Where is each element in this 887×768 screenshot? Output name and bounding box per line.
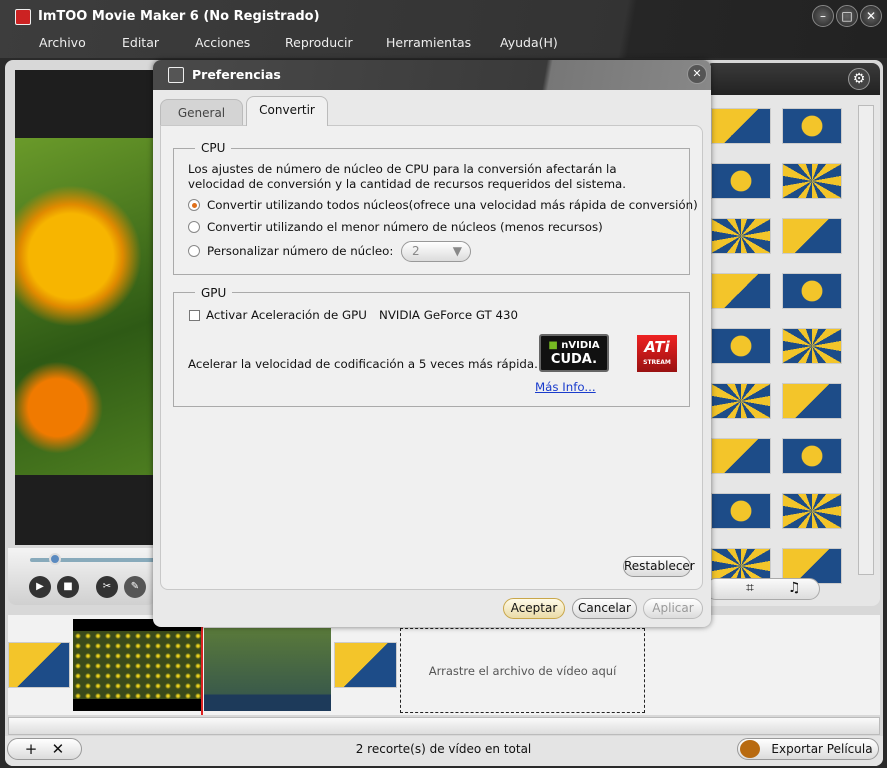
export-button[interactable]: Exportar Película (737, 738, 879, 760)
transition-thumbnail[interactable] (711, 273, 771, 309)
menu-reproducir[interactable]: Reproducir (285, 35, 353, 50)
core-count-select[interactable]: 2 ▼ (401, 241, 471, 262)
transition-thumbnail[interactable] (711, 163, 771, 199)
gpu-accel-text: Acelerar la velocidad de codificación a … (188, 357, 538, 371)
timeline-scrollbar[interactable] (8, 717, 880, 735)
transition-thumbnail[interactable] (711, 328, 771, 364)
core-count-value: 2 (412, 244, 420, 258)
panel-toolbar: ⌗ ♫ (705, 578, 820, 600)
transition-thumbnail[interactable] (782, 218, 842, 254)
menu-herramientas[interactable]: Herramientas (386, 35, 471, 50)
tab-general[interactable]: General (160, 99, 243, 126)
transition-thumbnail[interactable] (711, 218, 771, 254)
radio-custom-cores-label[interactable]: Personalizar número de núcleo: (207, 244, 393, 258)
dialog-icon (168, 67, 184, 83)
window-title: ImTOO Movie Maker 6 (No Registrado) (38, 9, 320, 24)
transitions-scrollbar[interactable] (858, 105, 874, 575)
transition-thumbnail[interactable] (782, 108, 842, 144)
ati-stream-logo: ATi STREAM (637, 335, 677, 372)
film-reel-icon (740, 740, 760, 758)
transition-thumbnail[interactable] (711, 493, 771, 529)
more-info-link[interactable]: Más Info... (535, 380, 596, 394)
video-clip[interactable] (73, 619, 201, 711)
dialog-title: Preferencias (192, 67, 281, 82)
music-icon[interactable]: ♫ (788, 580, 801, 596)
export-label: Exportar Película (771, 742, 873, 756)
ok-button[interactable]: Aceptar (503, 598, 565, 619)
radio-min-cores-label[interactable]: Convertir utilizando el menor número de … (207, 220, 603, 234)
gpu-checkbox[interactable] (189, 310, 200, 321)
transition-thumbnail[interactable] (782, 493, 842, 529)
menu-ayuda[interactable]: Ayuda(H) (500, 35, 558, 50)
cancel-button[interactable]: Cancelar (572, 598, 637, 619)
seek-handle[interactable] (49, 553, 61, 565)
gear-icon[interactable]: ⚙ (848, 68, 870, 90)
nvidia-cuda-logo: ■ nVIDIA CUDA. (539, 334, 609, 372)
maximize-button[interactable]: □ (836, 5, 858, 27)
tab-convertir[interactable]: Convertir (246, 96, 328, 126)
minimize-button[interactable]: – (812, 5, 834, 27)
cpu-description: Los ajustes de número de núcleo de CPU p… (188, 162, 617, 176)
radio-all-cores[interactable] (188, 199, 200, 211)
radio-custom-cores[interactable] (188, 245, 200, 257)
gpu-name: NVIDIA GeForce GT 430 (379, 308, 519, 322)
transition-clip[interactable] (8, 642, 70, 688)
transition-thumbnail[interactable] (711, 438, 771, 474)
transition-thumbnail[interactable] (782, 438, 842, 474)
app-icon (15, 9, 31, 25)
close-button[interactable]: ✕ (860, 5, 882, 27)
gpu-label: GPU (195, 286, 233, 300)
preview-frame (15, 138, 155, 475)
gpu-checkbox-label[interactable]: Activar Aceleración de GPU (206, 308, 367, 322)
chevron-down-icon: ▼ (452, 244, 462, 258)
transition-clip[interactable] (334, 642, 397, 688)
menu-editar[interactable]: Editar (122, 35, 159, 50)
transition-thumbnail[interactable] (782, 383, 842, 419)
video-clip[interactable] (204, 628, 331, 711)
split-button[interactable]: ✂ (96, 576, 118, 598)
menu-acciones[interactable]: Acciones (195, 35, 250, 50)
menu-archivo[interactable]: Archivo (39, 35, 86, 50)
drop-zone[interactable]: Arrastre el archivo de vídeo aquí (400, 628, 645, 713)
cpu-description: velocidad de conversión y la cantidad de… (188, 177, 627, 191)
transition-thumbnail[interactable] (711, 383, 771, 419)
transition-thumbnail[interactable] (782, 273, 842, 309)
transition-thumbnail[interactable] (782, 163, 842, 199)
transition-thumbnail[interactable] (782, 328, 842, 364)
reset-button[interactable]: Restablecer (623, 556, 695, 577)
radio-all-cores-label[interactable]: Convertir utilizando todos núcleos(ofrec… (207, 198, 698, 212)
stop-button[interactable]: ■ (57, 576, 79, 598)
play-button[interactable]: ▶ (29, 576, 51, 598)
transition-thumbnail[interactable] (711, 108, 771, 144)
cpu-label: CPU (195, 141, 232, 155)
edit-button[interactable]: ✎ (124, 576, 146, 598)
radio-min-cores[interactable] (188, 221, 200, 233)
apply-button[interactable]: Aplicar (643, 598, 703, 619)
crop-icon[interactable]: ⌗ (746, 580, 754, 596)
playhead[interactable] (201, 615, 203, 715)
dialog-close-button[interactable]: ✕ (687, 64, 707, 84)
